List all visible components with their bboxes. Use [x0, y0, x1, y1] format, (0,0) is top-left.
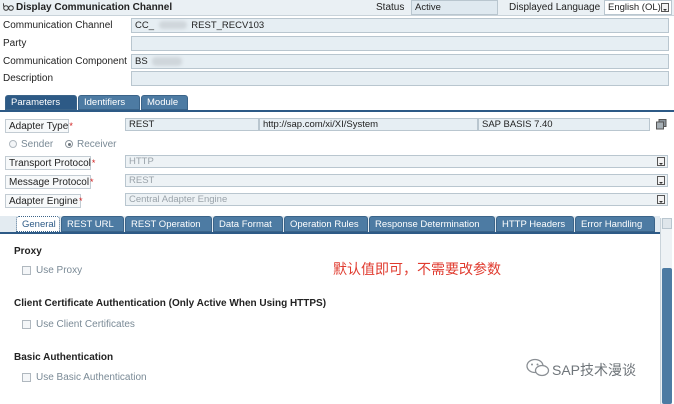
- channel-suffix: REST_RECV103: [191, 20, 265, 31]
- redacted-blur: [158, 21, 187, 30]
- status-field: Active: [411, 0, 498, 15]
- chevron-down-icon[interactable]: [661, 3, 669, 12]
- page-title: Display Communication Channel: [16, 2, 173, 13]
- tab-response-determination[interactable]: Response Determination: [369, 216, 495, 232]
- scrollbar-thumb[interactable]: [662, 268, 672, 404]
- wechat-icon: [526, 358, 550, 381]
- scroll-up-button[interactable]: [662, 218, 672, 229]
- adapter-release-field: SAP BASIS 7.40: [478, 118, 650, 131]
- channel-label: Communication Channel: [3, 20, 113, 31]
- description-field: [131, 71, 669, 86]
- transport-protocol-label: Transport Protocol*: [5, 156, 95, 170]
- adapter-engine-label: Adapter Engine*: [5, 194, 82, 208]
- vertical-scrollbar[interactable]: [660, 218, 672, 404]
- message-protocol-select[interactable]: REST: [125, 174, 668, 187]
- sender-radio[interactable]: [9, 140, 17, 148]
- adapter-engine-select[interactable]: Central Adapter Engine: [125, 193, 668, 206]
- tab-error-handling[interactable]: Error Handling: [575, 216, 655, 232]
- annotation-text: 默认值即可，不需要改参数: [333, 261, 501, 277]
- channel-prefix: CC_: [135, 20, 155, 31]
- transport-protocol-select[interactable]: HTTP: [125, 155, 668, 168]
- description-label: Description: [3, 73, 54, 84]
- use-proxy-checkbox[interactable]: [22, 266, 31, 275]
- tab-data-format[interactable]: Data Format: [213, 216, 283, 232]
- component-field: BS: [131, 54, 669, 69]
- tab-identifiers[interactable]: Identifiers: [78, 95, 140, 110]
- tab-module[interactable]: Module: [141, 95, 188, 110]
- language-select[interactable]: English (OL): [604, 0, 672, 15]
- tab-rest-operation[interactable]: REST Operation: [125, 216, 212, 232]
- adapter-namespace-field: http://sap.com/xi/XI/System: [259, 118, 478, 131]
- basic-auth-title: Basic Authentication: [14, 352, 114, 363]
- subtab-underline: [0, 232, 660, 234]
- proxy-title: Proxy: [14, 246, 42, 257]
- receiver-radio[interactable]: [65, 140, 73, 148]
- client-cert-title: Client Certificate Authentication (Only …: [14, 298, 327, 309]
- party-label: Party: [3, 38, 27, 49]
- message-protocol-label: Message Protocol*: [5, 175, 94, 189]
- watermark-text: SAP技术漫谈: [552, 362, 637, 378]
- component-label: Communication Component: [3, 56, 127, 67]
- use-basic-auth-label: Use Basic Authentication: [36, 372, 147, 383]
- sender-label: Sender: [21, 139, 54, 150]
- tab-rest-url[interactable]: REST URL: [61, 216, 124, 232]
- chevron-down-icon[interactable]: [657, 157, 665, 166]
- chevron-down-icon[interactable]: [657, 176, 665, 185]
- adapter-type-label: Adapter Type*: [5, 119, 73, 133]
- status-label: Status: [376, 2, 405, 13]
- adapter-type-field: REST: [125, 118, 259, 131]
- tab-general[interactable]: General: [16, 216, 60, 232]
- chevron-down-icon[interactable]: [657, 195, 665, 204]
- component-value: BS: [135, 56, 148, 67]
- channel-field: CC_ REST_RECV103: [131, 18, 669, 33]
- use-client-cert-checkbox[interactable]: [22, 320, 31, 329]
- tab-http-headers[interactable]: HTTP Headers: [496, 216, 574, 232]
- copy-icon[interactable]: [656, 119, 667, 133]
- tab-operation-rules[interactable]: Operation Rules: [284, 216, 368, 232]
- status-value: Active: [415, 2, 441, 13]
- tab-parameters[interactable]: Parameters: [5, 95, 77, 110]
- receiver-label: Receiver: [77, 139, 117, 150]
- displayed-language-label: Displayed Language: [509, 2, 601, 13]
- use-proxy-label: Use Proxy: [36, 265, 83, 276]
- tab-strip-underline: [0, 110, 674, 112]
- redacted-blur: [152, 56, 183, 66]
- party-field: [131, 36, 669, 51]
- use-client-cert-label: Use Client Certificates: [36, 319, 135, 330]
- use-basic-auth-checkbox[interactable]: [22, 373, 31, 382]
- glasses-icon: [2, 2, 14, 15]
- language-value: English (OL): [608, 2, 661, 13]
